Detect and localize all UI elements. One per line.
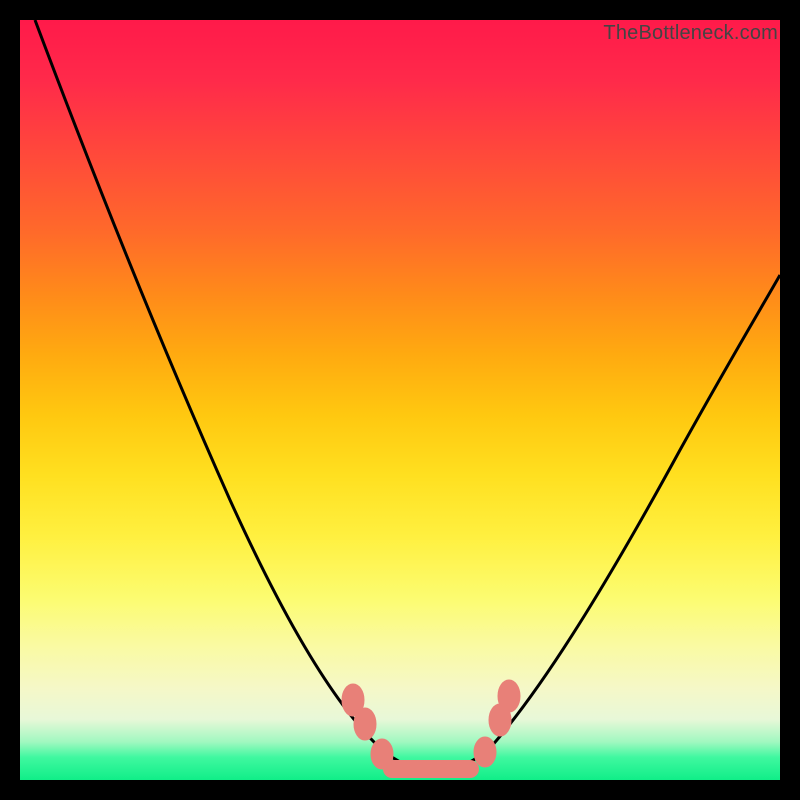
chart-plot-area [20, 20, 780, 780]
marker-right-3 [498, 680, 520, 712]
watermark-text: TheBottleneck.com [603, 22, 778, 45]
marker-left-2 [354, 708, 376, 740]
marker-right-1 [474, 737, 496, 767]
marker-left-3 [371, 739, 393, 769]
curve-path [35, 20, 780, 770]
bottleneck-curve [20, 20, 780, 780]
